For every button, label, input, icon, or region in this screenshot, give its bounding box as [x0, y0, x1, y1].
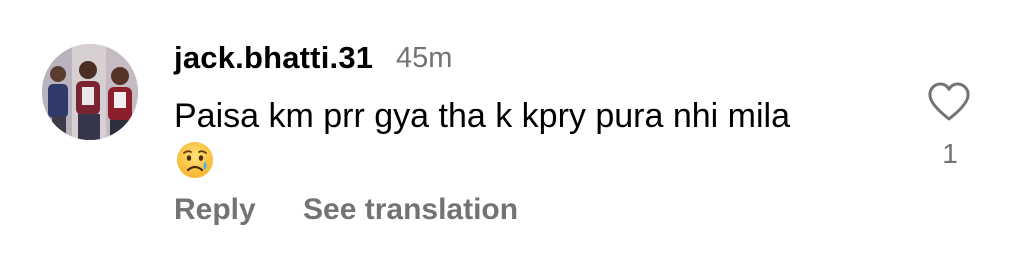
see-translation-link[interactable]: See translation [303, 190, 518, 230]
crying-face-emoji [175, 140, 215, 180]
like-button[interactable] [926, 80, 972, 124]
avatar-photo [42, 44, 138, 140]
timestamp: 45m [396, 42, 453, 74]
comment-text: Paisa km prr gya tha k kpry pura nhi mil… [174, 97, 791, 135]
reply-button[interactable]: Reply [174, 190, 256, 230]
username[interactable]: jack.bhatti.31 [174, 38, 373, 78]
heart-outline-icon [928, 82, 970, 121]
avatar[interactable] [42, 44, 138, 140]
comment-item: jack.bhatti.31 45m Paisa km prr gya tha … [0, 0, 1024, 260]
like-count: 1 [942, 138, 958, 169]
